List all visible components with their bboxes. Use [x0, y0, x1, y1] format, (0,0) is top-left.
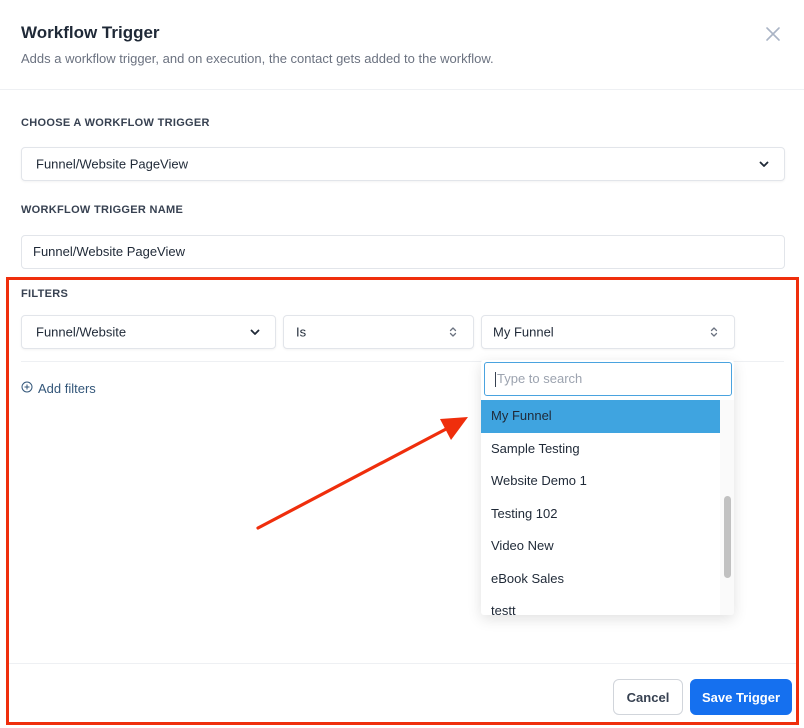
dropdown-option[interactable]: eBook Sales — [481, 563, 720, 596]
dropdown-option[interactable]: Website Demo 1 — [481, 465, 720, 498]
filter-value-select[interactable]: My Funnel — [481, 315, 735, 349]
trigger-select[interactable]: Funnel/Website PageView — [21, 147, 785, 181]
modal-title: Workflow Trigger — [21, 23, 160, 42]
dropdown-search-input[interactable]: Type to search — [484, 362, 732, 396]
footer-divider — [9, 663, 796, 664]
trigger-select-value: Funnel/Website PageView — [36, 156, 189, 172]
modal-subtitle: Adds a workflow trigger, and on executio… — [21, 51, 494, 66]
filter-value-dropdown: Type to search My Funnel Sample Testing … — [481, 360, 734, 615]
plus-circle-icon — [21, 381, 33, 396]
modal-header: Workflow Trigger Adds a workflow trigger… — [0, 0, 804, 90]
dropdown-option[interactable]: Sample Testing — [481, 433, 720, 466]
dropdown-option[interactable]: My Funnel — [481, 400, 720, 433]
cancel-button[interactable]: Cancel — [613, 679, 683, 715]
add-filters-label: Add filters — [38, 381, 96, 396]
dropdown-option[interactable]: testt — [481, 595, 720, 615]
dropdown-option[interactable]: Testing 102 — [481, 498, 720, 531]
dropdown-option[interactable]: Video New — [481, 530, 720, 563]
sort-arrows-icon — [447, 326, 459, 338]
text-caret — [495, 372, 496, 388]
sort-arrows-icon — [708, 326, 720, 338]
add-filters-button[interactable]: Add filters — [21, 381, 96, 396]
chevron-down-icon — [249, 326, 261, 338]
chevron-down-icon — [758, 158, 770, 170]
filter-operator-select[interactable]: Is — [283, 315, 474, 349]
trigger-section-label: CHOOSE A WORKFLOW TRIGGER — [21, 117, 210, 129]
filter-value-value: My Funnel — [493, 324, 554, 340]
filters-section-label: FILTERS — [21, 288, 69, 300]
filter-operator-value: Is — [296, 324, 307, 340]
dropdown-options-list: My Funnel Sample Testing Website Demo 1 … — [481, 400, 720, 615]
dropdown-search-placeholder: Type to search — [497, 371, 583, 386]
trigger-name-label: WORKFLOW TRIGGER NAME — [21, 204, 184, 216]
workflow-trigger-modal: Workflow Trigger Adds a workflow trigger… — [0, 0, 804, 728]
filter-field-value: Funnel/Website — [36, 324, 127, 340]
save-trigger-button[interactable]: Save Trigger — [690, 679, 792, 715]
dropdown-scrollbar-thumb[interactable] — [724, 496, 731, 578]
filter-field-select[interactable]: Funnel/Website — [21, 315, 276, 349]
close-icon[interactable] — [763, 24, 783, 44]
trigger-name-input[interactable]: Funnel/Website PageView — [21, 235, 785, 269]
